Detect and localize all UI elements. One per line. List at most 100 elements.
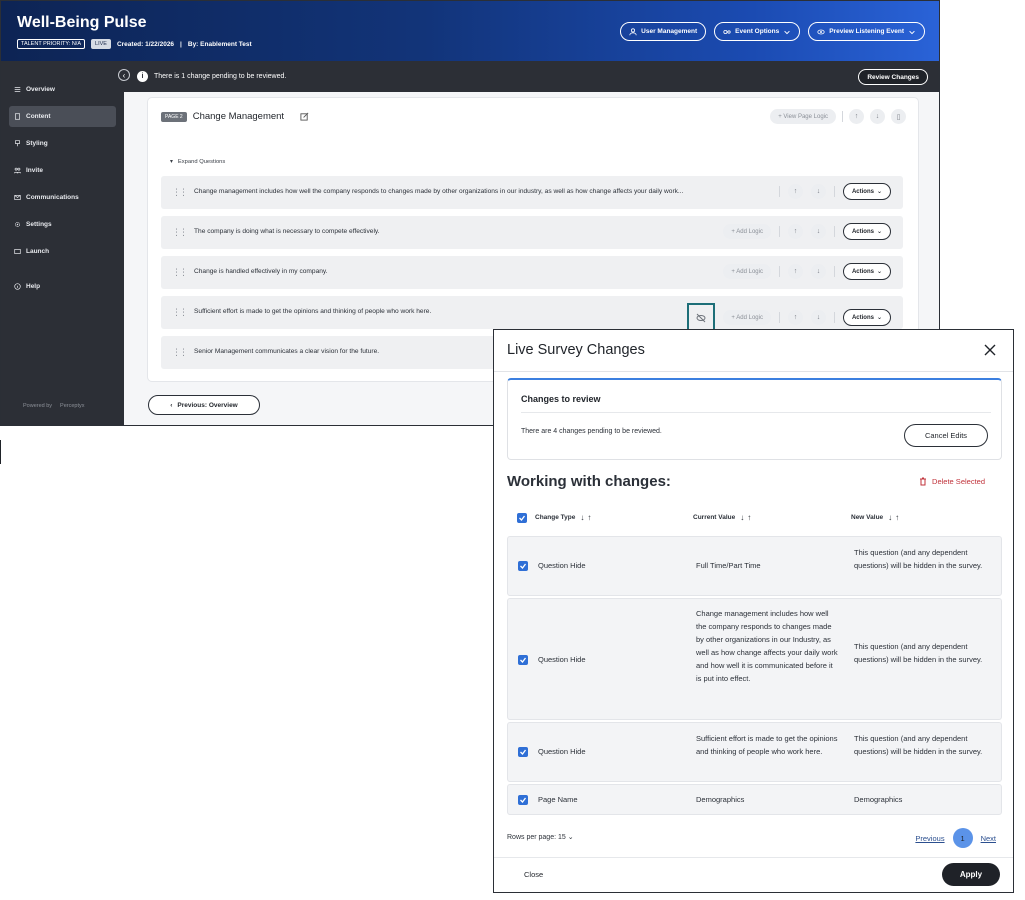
sidebar-item-content[interactable]: Content [9,106,116,127]
powered-by: Powered by Perceptyx [23,403,85,409]
modal-title: Live Survey Changes [507,342,645,358]
collapse-sidebar-button[interactable]: ‹ [118,69,130,81]
table-row[interactable]: Page Name Demographics Demographics [507,784,1002,815]
table-row[interactable]: Question Hide Full Time/Part Time This q… [507,536,1002,596]
drag-handle-icon[interactable]: ⋮⋮ [172,187,188,198]
changes-to-review-card: Changes to review There are 4 changes pe… [507,378,1002,460]
add-logic-button[interactable]: + Add Logic [723,264,771,279]
expand-questions-toggle[interactable]: ▾ Expand Questions [170,159,225,165]
row-checkbox[interactable] [518,747,528,757]
drag-handle-icon[interactable]: ⋮⋮ [172,227,188,238]
sort-arrows-icon[interactable]: ↓↑ [740,513,754,522]
question-text: Change is handled effectively in my comp… [194,268,328,275]
delete-selected-button[interactable]: Delete Selected [919,477,985,486]
live-survey-changes-modal: Live Survey Changes Changes to review Th… [493,329,1014,893]
apply-button[interactable]: Apply [942,863,1000,886]
sidebar-item-invite[interactable]: Invite [9,160,116,181]
preview-label: Preview Listening Event [829,28,904,35]
sort-arrows-icon[interactable]: ↓↑ [888,513,902,522]
move-up-button[interactable]: ↑ [787,224,803,239]
select-all-checkbox[interactable] [517,513,527,523]
next-page-link[interactable]: Next [981,834,996,843]
sidebar-item-overview[interactable]: Overview [9,79,116,100]
actions-label: Actions [851,188,874,195]
event-options-label: Event Options [735,28,780,35]
row-checkbox[interactable] [518,795,528,805]
info-icon [14,283,21,290]
move-down-button[interactable]: ↓ [810,184,826,199]
sidebar-item-styling[interactable]: Styling [9,133,116,154]
table-row[interactable]: Question Hide Sufficient effort is made … [507,722,1002,782]
actions-menu-button[interactable]: Actions ⌄ [842,263,891,280]
options-icon [723,29,731,34]
rows-per-page[interactable]: Rows per page: 15 ⌄ [507,833,574,841]
column-label: Current Value [693,514,736,521]
actions-menu-button[interactable]: Actions ⌄ [842,223,891,240]
cancel-edits-button[interactable]: Cancel Edits [904,424,988,447]
actions-menu-button[interactable]: Actions ⌄ [842,183,891,200]
column-header-current-value[interactable]: Current Value ↓↑ [693,513,754,522]
new-value-cell: Demographics [854,795,903,804]
move-up-button[interactable]: ↑ [849,109,864,124]
sidebar-item-launch[interactable]: Launch [9,241,116,262]
current-page-button[interactable]: 1 [952,828,973,848]
divider [833,266,835,277]
move-down-button[interactable]: ↓ [810,310,826,325]
edit-icon[interactable] [300,112,309,121]
preview-listening-event-button[interactable]: Preview Listening Event [808,22,925,41]
question-text: Senior Management communicates a clear v… [194,348,380,355]
delete-page-button[interactable]: ▯ [891,109,906,124]
event-options-button[interactable]: Event Options [714,22,801,41]
add-logic-button[interactable]: + Add Logic [723,224,771,239]
rows-per-page-label: Rows per page: [507,834,557,841]
survey-title: Well-Being Pulse [17,14,147,31]
question-row[interactable]: ⋮⋮ Change management includes how well t… [161,176,903,209]
move-down-button[interactable]: ↓ [870,109,885,124]
close-button[interactable]: Close [524,870,543,879]
change-type-cell: Question Hide [538,561,586,570]
row-checkbox[interactable] [518,655,528,665]
table-row[interactable]: Question Hide Change management includes… [507,598,1002,720]
table-footer: Rows per page: 15 ⌄ Previous 1 Next [507,828,1002,848]
drag-handle-icon[interactable]: ⋮⋮ [172,347,188,358]
rows-per-page-select[interactable]: 15 [558,834,566,841]
drag-handle-icon[interactable]: ⋮⋮ [172,307,188,318]
actions-menu-button[interactable]: Actions ⌄ [842,309,891,326]
sidebar-item-settings[interactable]: Settings [9,214,116,235]
review-changes-button[interactable]: Review Changes [858,69,928,85]
sidebar-item-communications[interactable]: Communications [9,187,116,208]
question-row[interactable]: ⋮⋮ The company is doing what is necessar… [161,216,903,249]
chevron-down-icon: ⌄ [876,189,882,195]
divider [0,440,1,464]
author: By: Enablement Test [187,40,252,48]
move-down-button[interactable]: ↓ [810,264,826,279]
add-logic-button[interactable]: + Add Logic [723,310,771,325]
sort-arrows-icon[interactable]: ↓↑ [580,513,594,522]
column-label: Change Type [535,514,576,521]
hidden-eye-button[interactable] [687,303,716,332]
previous-page-button[interactable]: ‹ Previous: Overview [148,395,260,415]
row-checkbox[interactable] [518,561,528,571]
user-icon [629,27,637,35]
header-bar: Well-Being Pulse TALENT PRIORITY: N/A LI… [1,1,939,61]
view-page-logic-button[interactable]: + View Page Logic [770,109,836,124]
delete-selected-label: Delete Selected [932,477,985,486]
move-up-button[interactable]: ↑ [787,310,803,325]
question-row[interactable]: ⋮⋮ Change is handled effectively in my c… [161,256,903,289]
question-row[interactable]: ⋮⋮ Sufficient effort is made to get the … [161,296,903,332]
move-down-button[interactable]: ↓ [810,224,826,239]
previous-page-link[interactable]: Previous [915,834,944,843]
current-value-cell: Sufficient effort is made to get the opi… [696,734,838,756]
divider [494,857,1013,858]
change-type-cell: Page Name [538,795,578,804]
drag-handle-icon[interactable]: ⋮⋮ [172,267,188,278]
sidebar-item-help[interactable]: Help [9,276,116,297]
question-text: Change management includes how well the … [194,188,684,195]
move-up-button[interactable]: ↑ [787,264,803,279]
column-header-change-type[interactable]: Change Type ↓↑ [535,513,594,522]
close-icon[interactable] [983,343,997,357]
actions-label: Actions [851,268,874,275]
user-management-button[interactable]: User Management [620,22,707,41]
move-up-button[interactable]: ↑ [787,184,803,199]
column-header-new-value[interactable]: New Value ↓↑ [851,513,902,522]
